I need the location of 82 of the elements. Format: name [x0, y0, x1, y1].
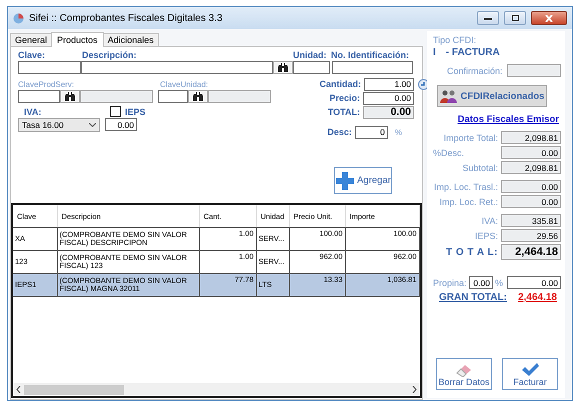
unit-code-field[interactable] — [158, 90, 188, 103]
clear-button[interactable]: Borrar Datos — [436, 358, 492, 390]
field-label: Descripción: — [82, 50, 138, 60]
tab[interactable]: Productos — [51, 32, 104, 47]
amount-label: IEPS: — [474, 230, 498, 240]
eraser-icon — [455, 363, 473, 377]
horizontal-scrollbar[interactable] — [13, 383, 420, 396]
percent-sign: % — [394, 128, 402, 136]
scroll-left-icon[interactable] — [16, 386, 21, 393]
minimize-button[interactable] — [477, 11, 499, 25]
ieps-field[interactable]: 0.00 — [105, 118, 137, 131]
amount-field: 29.56 — [501, 229, 561, 242]
plus-icon — [335, 170, 356, 190]
field-label: IVA: — [23, 107, 42, 117]
product-name-field[interactable] — [80, 90, 153, 103]
grand-total-value: 2,464.18 — [518, 292, 557, 303]
total-field: 0.00 — [363, 106, 414, 118]
checkbox[interactable] — [110, 106, 121, 117]
field-label: Desc: — [327, 127, 352, 137]
issuer-link[interactable]: Datos Fiscales Emisor — [458, 114, 559, 125]
clave-field[interactable] — [18, 61, 81, 74]
checkbox-label: IEPS — [125, 107, 146, 117]
amount-label: T O T A L: — [444, 246, 498, 258]
maximize-icon — [512, 15, 518, 21]
amount-field: 2,098.81 — [501, 131, 561, 144]
confirmation-field[interactable] — [506, 64, 561, 77]
field-label: Clave: — [18, 50, 46, 60]
field-label: TOTAL: — [328, 107, 360, 117]
product-code-field[interactable] — [18, 90, 60, 103]
tax-dropdown[interactable]: Tasa 16.00 — [18, 118, 100, 132]
chevron-down-icon — [89, 123, 96, 127]
tip-field[interactable]: 0.00 — [506, 276, 561, 289]
amount-field: 2,464.18 — [501, 244, 561, 260]
binoculars-button[interactable] — [188, 90, 208, 103]
minimize-icon — [484, 16, 492, 20]
people-icon — [440, 90, 458, 102]
field-label: Propina: — [433, 278, 467, 288]
price-field[interactable]: 0.00 — [363, 92, 414, 104]
field-label: Unidad: — [293, 50, 328, 60]
maximize-button[interactable] — [504, 11, 526, 25]
tip-percent-field[interactable]: 0.00 — [468, 276, 493, 289]
related-cfdi-button[interactable]: CFDIRelacionados — [437, 85, 547, 107]
field-label: ClaveProdServ: — [18, 80, 76, 89]
amount-field: 2,098.81 — [501, 161, 561, 174]
tab[interactable]: Adicionales — [102, 33, 159, 46]
scroll-right-icon[interactable] — [412, 386, 417, 393]
field-label: Confirmación: — [447, 66, 503, 76]
unit-name-field[interactable] — [208, 90, 271, 103]
field-label: Precio: — [329, 93, 360, 103]
window-title: Sifei :: Comprobantes Fiscales Digitales 3.3 — [29, 12, 224, 24]
app-icon — [13, 12, 24, 24]
amount-label: Imp. Loc. Trasl.: — [433, 182, 498, 192]
amount-field: 335.81 — [501, 214, 561, 227]
binoculars-button[interactable] — [273, 61, 293, 74]
close-button[interactable] — [531, 11, 567, 25]
amount-label: Imp. Loc. Ret.: — [438, 196, 498, 206]
cfdi-type-code: I — [433, 47, 436, 58]
field-label: Tipo CFDI: — [433, 35, 478, 45]
field-label: No. Identificación: — [331, 50, 410, 60]
tab[interactable]: General — [10, 33, 52, 46]
field-label: Cantidad: — [320, 79, 361, 89]
quantity-field[interactable]: 1.00 — [364, 78, 414, 90]
close-icon — [545, 14, 553, 22]
amount-label: IVA: — [480, 216, 498, 226]
amount-label: %Desc. — [433, 148, 466, 158]
amount-field: 0.00 — [501, 180, 561, 193]
amount-label: Subtotal: — [461, 162, 498, 172]
id-field[interactable] — [332, 61, 413, 74]
amount-field: 0.00 — [501, 195, 561, 208]
amount-field: 0.00 — [501, 146, 561, 159]
discount-field[interactable]: 0 — [354, 126, 388, 138]
add-button[interactable]: Agregar — [334, 167, 392, 194]
unit-field[interactable] — [293, 61, 330, 74]
amount-label: Importe Total: — [442, 132, 498, 142]
description-field[interactable] — [81, 61, 273, 74]
percent-sign: % — [494, 278, 504, 288]
binoculars-button[interactable] — [60, 90, 80, 103]
checkmark-icon — [521, 363, 539, 377]
grand-total-label: GRAN TOTAL: — [439, 292, 507, 303]
invoice-button[interactable]: Facturar — [502, 358, 558, 390]
cfdi-type-name: - FACTURA — [446, 47, 500, 58]
field-label: ClaveUnidad: — [160, 80, 208, 89]
